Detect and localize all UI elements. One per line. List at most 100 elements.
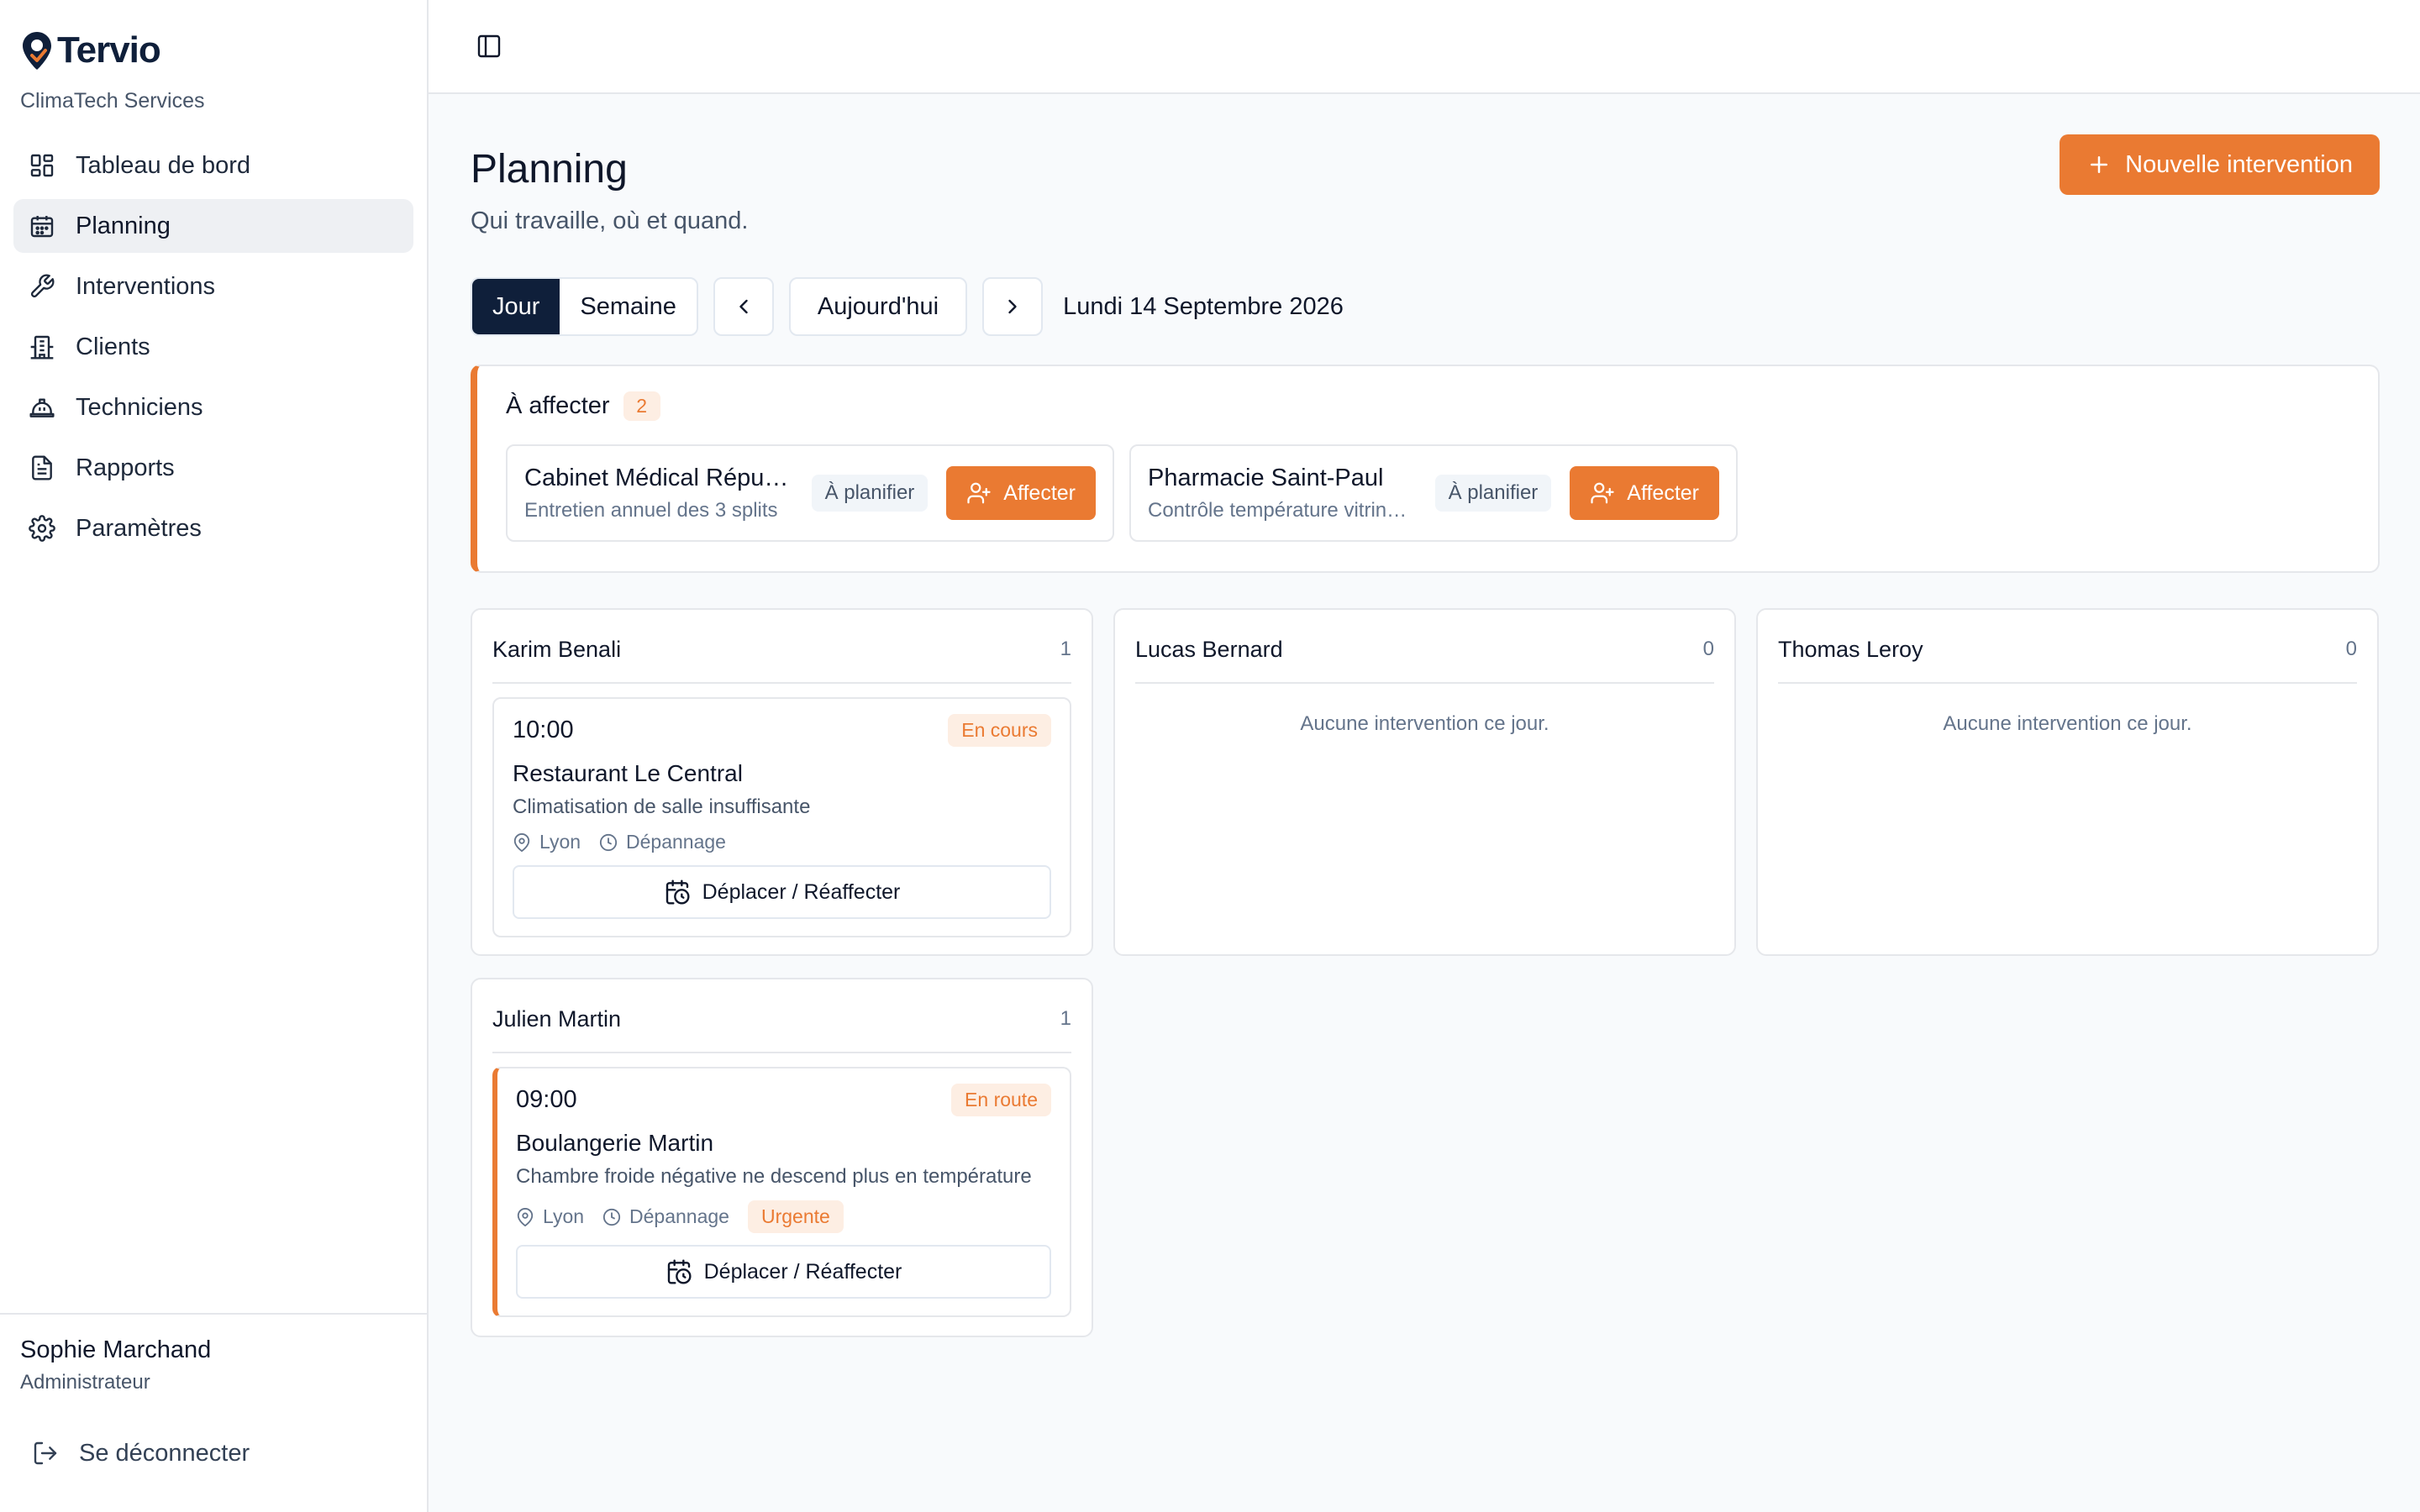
logout-button[interactable]: Se déconnecter (13, 1428, 413, 1478)
intervention-description: Climatisation de salle insuffisante (513, 795, 811, 818)
organization-name: ClimaTech Services (20, 89, 205, 113)
previous-day-button[interactable] (713, 277, 774, 336)
calendar-clock-icon (667, 1259, 692, 1284)
sidebar-item-label: Interventions (76, 272, 216, 300)
next-day-button[interactable] (982, 277, 1044, 336)
wrench-icon (29, 273, 55, 300)
technician-job-count: 1 (1060, 1007, 1071, 1030)
main-area: Planning Qui travaille, où et quand. Nou… (429, 0, 2420, 1512)
logout-icon (34, 1441, 57, 1465)
unassigned-description: Entretien annuel des 3 splits (524, 498, 778, 522)
calendar-icon (29, 213, 55, 239)
brand: Tervio ClimaTech Services (0, 0, 427, 113)
chevron-left-icon (739, 299, 748, 314)
move-reassign-button[interactable]: Déplacer / Réaffecter (513, 865, 1051, 919)
chevron-right-icon (1008, 299, 1017, 314)
panel-left-icon (477, 34, 501, 58)
intervention-type: Dépannage (626, 831, 726, 853)
technician-name: Karim Benali (492, 636, 622, 662)
assign-label: Affecter (1627, 480, 1699, 505)
user-name: Sophie Marchand (20, 1336, 212, 1363)
sidebar-item-label: Planning (76, 212, 171, 239)
calendar-clock-icon (666, 879, 690, 905)
gear-icon (29, 515, 55, 542)
map-pin-icon (517, 1207, 534, 1226)
sidebar-item-interventions[interactable]: Interventions (13, 260, 413, 313)
sidebar-item-label: Techniciens (76, 393, 203, 421)
logout-label: Se déconnecter (79, 1439, 250, 1467)
sidebar-item-rapports[interactable]: Rapports (13, 441, 413, 495)
move-reassign-button[interactable]: Déplacer / Réaffecter (516, 1245, 1051, 1299)
intervention-description: Chambre froide négative ne descend plus … (516, 1165, 1032, 1188)
unassigned-count-badge: 2 (623, 391, 660, 421)
intervention-client: Restaurant Le Central (513, 760, 743, 786)
technician-column: Karim Benali 1 10:00 En cours Restaurant… (471, 608, 1093, 956)
pin-logo-icon (23, 32, 51, 70)
user-plus-icon (1591, 482, 1614, 504)
clock-icon (602, 1208, 621, 1226)
intervention-type: Dépannage (629, 1205, 729, 1227)
status-badge: À planifier (811, 475, 929, 512)
intervention-card[interactable]: 10:00 En cours Restaurant Le Central Cli… (492, 697, 1071, 937)
sidebar-toggle-button[interactable] (462, 19, 516, 73)
today-button[interactable]: Aujourd'hui (788, 277, 968, 336)
sidebar-item-label: Tableau de bord (76, 151, 250, 179)
intervention-client: Boulangerie Martin (516, 1130, 714, 1156)
status-badge: À planifier (1434, 475, 1552, 512)
unassigned-card[interactable]: Cabinet Médical République Entretien ann… (506, 444, 1114, 542)
clock-icon (599, 833, 618, 851)
view-week-button[interactable]: Semaine (560, 279, 696, 334)
assign-button[interactable]: Affecter (1570, 466, 1719, 520)
view-toggle: Jour Semaine (471, 277, 698, 336)
sidebar-item-techniciens[interactable]: Techniciens (13, 381, 413, 434)
technician-name: Lucas Bernard (1135, 636, 1283, 662)
technician-name: Thomas Leroy (1778, 636, 1923, 662)
user-profile: Sophie Marchand Administrateur (0, 1313, 427, 1394)
topbar (429, 0, 2420, 94)
plus-icon (2091, 156, 2108, 173)
empty-state-message: Aucune intervention ce jour. (1943, 712, 2192, 735)
unassigned-panel: À affecter 2 Cabinet Médical République … (471, 365, 2380, 573)
technician-column: Lucas Bernard 0 Aucune intervention ce j… (1113, 608, 1736, 956)
map-pin-icon (513, 832, 530, 852)
intervention-city: Lyon (539, 831, 581, 853)
move-reassign-label: Déplacer / Réaffecter (702, 879, 901, 904)
sidebar-item-label: Rapports (76, 454, 175, 481)
user-role: Administrateur (20, 1371, 150, 1394)
hardhat-icon (29, 394, 55, 421)
assign-button[interactable]: Affecter (946, 466, 1096, 520)
unassigned-client-name: Pharmacie Saint-Paul (1148, 464, 1384, 491)
new-intervention-button[interactable]: Nouvelle intervention (2060, 134, 2380, 195)
sidebar-item-label: Paramètres (76, 514, 202, 542)
move-reassign-label: Déplacer / Réaffecter (703, 1259, 902, 1284)
view-day-button[interactable]: Jour (472, 279, 560, 334)
intervention-time: 09:00 (516, 1086, 577, 1113)
technician-grid: Karim Benali 1 10:00 En cours Restaurant… (471, 608, 2380, 1337)
sidebar-nav: Tableau de bord Planning Interventions C… (0, 139, 427, 562)
page-subtitle: Qui travaille, où et quand. (471, 207, 749, 234)
technician-job-count: 1 (1060, 638, 1071, 660)
unassigned-title: À affecter (506, 392, 610, 419)
intervention-card[interactable]: 09:00 En route Boulangerie Martin Chambr… (492, 1067, 1071, 1317)
sidebar-item-planning[interactable]: Planning (13, 199, 413, 253)
unassigned-description: Contrôle température vitrine réfrigérée (1148, 498, 1417, 522)
status-badge: En route (951, 1084, 1051, 1116)
unassigned-card[interactable]: Pharmacie Saint-Paul Contrôle températur… (1129, 444, 1738, 542)
sidebar-item-clients[interactable]: Clients (13, 320, 413, 374)
logo[interactable]: Tervio (20, 29, 407, 71)
user-plus-icon (967, 482, 991, 504)
sidebar-item-dashboard[interactable]: Tableau de bord (13, 139, 413, 192)
technician-column: Thomas Leroy 0 Aucune intervention ce jo… (1756, 608, 2379, 956)
unassigned-client-name: Cabinet Médical République (524, 464, 793, 491)
technician-column: Julien Martin 1 09:00 En route Boulanger… (471, 978, 1093, 1337)
planning-content: Planning Qui travaille, où et quand. Nou… (429, 94, 2420, 1337)
technician-name: Julien Martin (492, 1005, 622, 1032)
intervention-time: 10:00 (513, 717, 574, 743)
sidebar-item-parametres[interactable]: Paramètres (13, 501, 413, 555)
technician-job-count: 0 (1702, 638, 1714, 660)
status-badge: En cours (948, 714, 1051, 747)
priority-badge: Urgente (747, 1200, 844, 1233)
document-icon (29, 454, 55, 481)
intervention-city: Lyon (543, 1205, 585, 1227)
building-icon (29, 333, 55, 360)
